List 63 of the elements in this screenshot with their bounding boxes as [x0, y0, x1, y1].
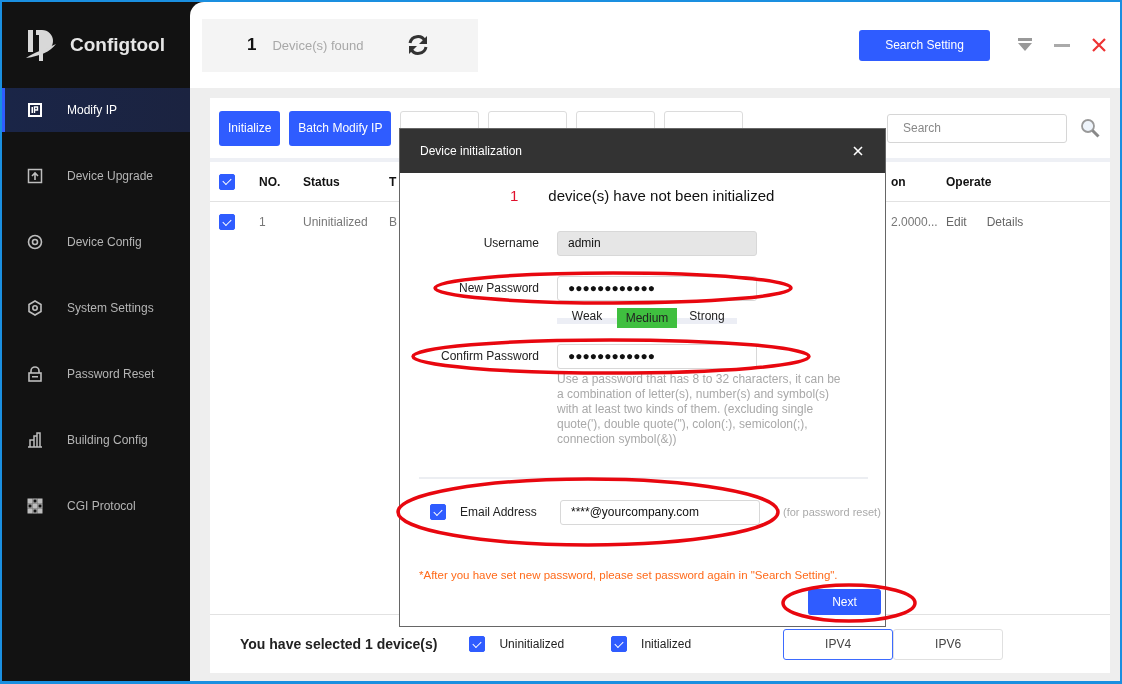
next-button[interactable]: Next	[808, 589, 881, 615]
email-field[interactable]: ****@yourcompany.com	[560, 499, 760, 525]
table-cell-text: 1	[259, 215, 267, 229]
email-note: (for password reset)	[783, 506, 881, 518]
select-all-checkbox[interactable]	[219, 173, 235, 190]
selection-summary: You have selected 1 device(s)	[240, 636, 438, 652]
column-header: NO.	[259, 174, 282, 189]
close-icon[interactable]	[851, 144, 865, 158]
strength-level: Medium	[617, 308, 677, 328]
hexagon-icon	[27, 300, 43, 316]
dropdown-icon[interactable]	[1018, 38, 1032, 52]
field-label: Confirm Password	[439, 349, 539, 363]
device-count: 1	[247, 35, 257, 55]
dialog-message: device(s) have not been initialized	[548, 186, 775, 204]
sidebar-item[interactable]: System Settings	[2, 286, 190, 330]
warning-text: *After you have set new password, please set password again in "Search Setting".	[419, 569, 839, 581]
sidebar-item[interactable]: Building Config	[2, 418, 190, 462]
uninitialized-count: 1	[510, 186, 519, 204]
column-header: Operate	[946, 174, 993, 189]
table-cell-text: 2.0000...	[891, 215, 939, 229]
app-name: Configtool	[70, 34, 165, 56]
sidebar-item[interactable]: Device Config	[2, 220, 190, 264]
field-label: Username	[482, 236, 539, 250]
filter-checkbox[interactable]	[469, 636, 486, 652]
toolbar-button[interactable]: Initialize	[219, 110, 281, 146]
username-field[interactable]: admin	[557, 230, 757, 256]
email-checkbox[interactable]	[430, 504, 446, 520]
search-setting-button[interactable]: Search Setting	[859, 29, 990, 61]
row-checkbox[interactable]	[219, 214, 235, 230]
new-password-field[interactable]: ●●●●●●●●●●●●	[557, 275, 757, 301]
strength-level: Strong	[677, 308, 737, 324]
target-icon	[27, 234, 43, 250]
search-field[interactable]: Search	[887, 113, 1067, 143]
sidebar-item[interactable]: Device Upgrade	[2, 154, 190, 198]
confirm-password-field[interactable]: ●●●●●●●●●●●●	[557, 343, 757, 369]
column-header: Status	[303, 174, 341, 189]
building-icon	[27, 432, 43, 448]
sidebar-item[interactable]: Password Reset	[2, 352, 190, 396]
table-cell-text: B	[389, 215, 398, 229]
ip-icon	[27, 102, 43, 118]
table-cell-text: Uninitialized	[303, 215, 369, 229]
ip-version-tab[interactable]: IPV4	[783, 628, 894, 660]
password-hint: Use a password that has 8 to 32 characters, it can be a combination of letter(s), number(s) and symbol(s) with at least two kinds of them. (excluding single quote('), double quote("), colon(:), semicolon(;), connection symbol(&))	[557, 372, 842, 447]
search-icon[interactable]	[1080, 118, 1100, 138]
column-header: T	[389, 174, 398, 189]
filter-checkbox[interactable]	[611, 636, 628, 652]
filter-label: Uninitialized	[499, 637, 565, 651]
ip-version-tab[interactable]: IPV6	[893, 628, 1004, 660]
action-link[interactable]: Edit	[946, 215, 967, 229]
grid-icon	[27, 498, 43, 514]
minimize-icon[interactable]	[1054, 43, 1070, 47]
sidebar-item[interactable]: CGI Protocol	[2, 484, 190, 528]
field-label: New Password	[457, 281, 539, 295]
action-link[interactable]: Details	[986, 215, 1024, 229]
field-label: Email Address	[460, 505, 538, 519]
device-count-label: Device(s) found	[272, 37, 365, 53]
column-header: on	[891, 174, 907, 189]
sidebar-item[interactable]: Modify IP	[2, 88, 190, 132]
upload-icon	[27, 168, 43, 184]
filter-label: Initialized	[641, 637, 692, 651]
dialog-title: Device initialization	[420, 144, 523, 158]
toolbar-button[interactable]: Batch Modify IP	[289, 110, 392, 146]
lock-icon	[27, 366, 43, 382]
